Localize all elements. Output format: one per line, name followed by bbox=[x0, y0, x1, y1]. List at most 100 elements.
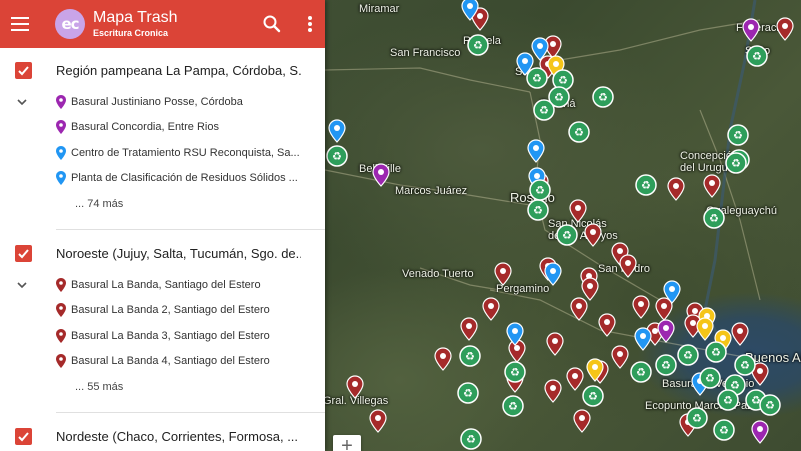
map-pin[interactable] bbox=[372, 163, 390, 187]
map-pin[interactable] bbox=[634, 327, 652, 351]
layer-title[interactable]: Nordeste (Chaco, Corrientes, Formosa, ..… bbox=[56, 429, 301, 444]
map-pin[interactable] bbox=[573, 409, 591, 433]
map-pin[interactable] bbox=[328, 119, 346, 143]
svg-text:♻: ♻ bbox=[508, 400, 518, 413]
recycle-marker[interactable]: ♻ bbox=[725, 152, 747, 174]
recycle-marker[interactable]: ♻ bbox=[504, 361, 526, 383]
map-pin[interactable] bbox=[494, 262, 512, 286]
layer-checkbox[interactable] bbox=[15, 427, 32, 445]
recycle-marker[interactable]: ♻ bbox=[460, 428, 482, 450]
map-pin[interactable] bbox=[731, 322, 749, 346]
pin-icon bbox=[56, 354, 66, 368]
menu-icon bbox=[11, 17, 29, 31]
map-pin[interactable] bbox=[696, 317, 714, 341]
svg-text:♻: ♻ bbox=[558, 74, 568, 87]
map-pin[interactable] bbox=[527, 139, 545, 163]
recycle-marker[interactable]: ♻ bbox=[635, 174, 657, 196]
item-label: Basural La Banda 4, Santiago del Estero bbox=[71, 355, 270, 367]
recycle-marker[interactable]: ♻ bbox=[703, 207, 725, 229]
recycle-marker[interactable]: ♻ bbox=[699, 367, 721, 389]
recycle-marker[interactable]: ♻ bbox=[459, 345, 481, 367]
list-item[interactable]: Basural La Banda 3, Santiago del Estero bbox=[56, 326, 306, 346]
recycle-marker[interactable]: ♻ bbox=[502, 395, 524, 417]
chevron-down-icon[interactable] bbox=[15, 278, 29, 292]
recycle-marker[interactable]: ♻ bbox=[713, 419, 735, 441]
layer-title[interactable]: Noroeste (Jujuy, Salta, Tucumán, Sgo. de… bbox=[56, 246, 301, 261]
map-pin[interactable] bbox=[544, 379, 562, 403]
map-pin[interactable] bbox=[569, 199, 587, 223]
recycle-marker[interactable]: ♻ bbox=[734, 354, 756, 376]
recycle-marker[interactable]: ♻ bbox=[727, 124, 749, 146]
more-items-link[interactable]: ... 55 más bbox=[75, 381, 123, 393]
menu-button[interactable] bbox=[3, 7, 37, 41]
recycle-marker[interactable]: ♻ bbox=[526, 67, 548, 89]
map-pin[interactable] bbox=[482, 297, 500, 321]
map-pin[interactable] bbox=[619, 254, 637, 278]
list-item[interactable]: Basural Concordia, Entre Rios bbox=[56, 117, 306, 137]
map-pin[interactable] bbox=[346, 375, 364, 399]
map-pin[interactable] bbox=[584, 223, 602, 247]
recycle-marker[interactable]: ♻ bbox=[529, 179, 551, 201]
layer-checkbox[interactable] bbox=[15, 61, 32, 79]
list-item[interactable]: Basural La Banda 4, Santiago del Estero bbox=[56, 351, 306, 371]
more-options-button[interactable] bbox=[300, 12, 320, 36]
chevron-down-icon[interactable] bbox=[15, 95, 29, 109]
map-pin[interactable] bbox=[570, 297, 588, 321]
map-pin[interactable] bbox=[598, 313, 616, 337]
map-pin[interactable] bbox=[776, 17, 794, 41]
layer-title[interactable]: Región pampeana La Pampa, Córdoba, S... bbox=[56, 63, 301, 78]
recycle-marker[interactable]: ♻ bbox=[717, 389, 739, 411]
recycle-marker[interactable]: ♻ bbox=[533, 99, 555, 121]
layer-checkbox[interactable] bbox=[15, 244, 32, 262]
map-pin[interactable] bbox=[632, 295, 650, 319]
recycle-marker[interactable]: ♻ bbox=[457, 382, 479, 404]
map-pin[interactable] bbox=[369, 409, 387, 433]
map-pin[interactable] bbox=[742, 18, 760, 42]
recycle-marker[interactable]: ♻ bbox=[467, 34, 489, 56]
recycle-marker[interactable]: ♻ bbox=[592, 86, 614, 108]
zoom-in-button[interactable]: + bbox=[333, 435, 361, 451]
map-pin[interactable] bbox=[544, 262, 562, 286]
list-item[interactable]: Basural La Banda, Santiago del Estero bbox=[56, 275, 306, 295]
map-pin[interactable] bbox=[655, 297, 673, 321]
check-icon bbox=[18, 65, 29, 75]
recycle-marker[interactable]: ♻ bbox=[705, 341, 727, 363]
divider bbox=[56, 412, 325, 413]
svg-text:♻: ♻ bbox=[765, 399, 775, 412]
check-icon bbox=[18, 248, 29, 258]
map-pin[interactable] bbox=[581, 277, 599, 301]
recycle-marker[interactable]: ♻ bbox=[582, 385, 604, 407]
map-pin[interactable] bbox=[703, 174, 721, 198]
recycle-marker[interactable]: ♻ bbox=[527, 199, 549, 221]
map-pin[interactable] bbox=[667, 177, 685, 201]
recycle-marker[interactable]: ♻ bbox=[677, 344, 699, 366]
map-pin[interactable] bbox=[611, 345, 629, 369]
recycle-marker[interactable]: ♻ bbox=[630, 361, 652, 383]
recycle-marker[interactable]: ♻ bbox=[746, 45, 768, 67]
app-header: ec Mapa Trash Escritura Cronica bbox=[0, 0, 325, 48]
item-label: Planta de Clasificación de Residuos Sóli… bbox=[71, 172, 298, 184]
svg-text:♻: ♻ bbox=[636, 366, 646, 379]
item-label: Basural La Banda 3, Santiago del Estero bbox=[71, 330, 270, 342]
list-item[interactable]: Basural Justiniano Posse, Córdoba bbox=[56, 92, 306, 112]
list-item[interactable]: Centro de Tratamiento RSU Reconquista, S… bbox=[56, 143, 306, 163]
map-pin[interactable] bbox=[566, 367, 584, 391]
recycle-marker[interactable]: ♻ bbox=[326, 145, 348, 167]
map-pin[interactable] bbox=[751, 420, 769, 444]
recycle-marker[interactable]: ♻ bbox=[759, 394, 781, 416]
list-item[interactable]: Basural La Banda 2, Santiago del Estero bbox=[56, 300, 306, 320]
list-item[interactable]: Planta de Clasificación de Residuos Sóli… bbox=[56, 168, 306, 188]
item-label: Centro de Tratamiento RSU Reconquista, S… bbox=[71, 147, 300, 159]
item-label: Basural La Banda, Santiago del Estero bbox=[71, 279, 261, 291]
map-pin[interactable] bbox=[434, 347, 452, 371]
svg-text:♻: ♻ bbox=[463, 387, 473, 400]
map-pin[interactable] bbox=[460, 317, 478, 341]
svg-text:♻: ♻ bbox=[535, 184, 545, 197]
more-items-link[interactable]: ... 74 más bbox=[75, 198, 123, 210]
search-button[interactable] bbox=[260, 12, 284, 36]
recycle-marker[interactable]: ♻ bbox=[686, 407, 708, 429]
recycle-marker[interactable]: ♻ bbox=[556, 224, 578, 246]
recycle-marker[interactable]: ♻ bbox=[655, 354, 677, 376]
recycle-marker[interactable]: ♻ bbox=[568, 121, 590, 143]
map-pin[interactable] bbox=[546, 332, 564, 356]
